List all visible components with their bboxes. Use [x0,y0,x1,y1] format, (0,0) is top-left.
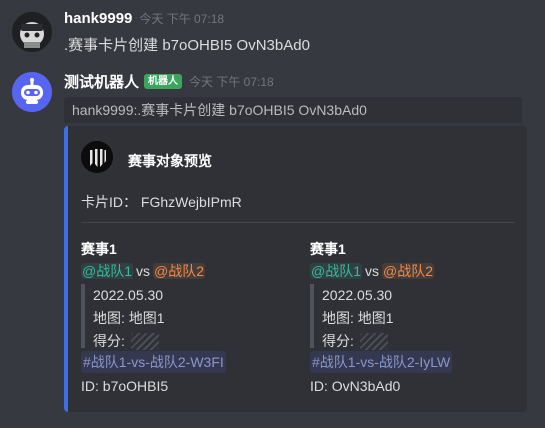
bot-avatar[interactable] [12,72,52,112]
match-date: 2022.05.30 [93,287,164,303]
match-column: 赛事1 @战队1 vs @战队2 2022.05.30 地图: 地图1 得分: #战… [310,238,527,399]
match-details: 2022.05.30 地图: 地图1 得分: [310,284,527,350]
match-column: 赛事1 @战队1 vs @战队2 2022.05.30 地图: 地图1 得分: #战… [81,238,301,399]
card-id: 卡片ID： FGhzWejbIPmR [81,194,242,210]
match-teams: @战队1 vs @战队2 [310,260,527,282]
bot-username[interactable]: 测试机器人 [64,71,139,92]
match-map: 地图: 地图1 [322,310,394,326]
team-b-mention[interactable]: @战队2 [382,263,434,279]
username[interactable]: hank9999 [64,10,132,27]
embed-title: 赛事对象预览 [128,153,212,169]
match-id: ID: OvN3bAd0 [310,378,401,394]
team-a-mention[interactable]: @战队1 [310,263,362,279]
reply-quote[interactable]: hank9999:.赛事卡片创建 b7oOHBI5 OvN3bAd0 [64,97,522,123]
embed-accent-bar [64,126,68,412]
channel-link[interactable]: #战队1-vs-战队2-IyLW [310,351,453,373]
match-map: 地图: 地图1 [93,310,165,326]
divider [81,222,515,223]
match-teams: @战队1 vs @战队2 [81,260,301,282]
match-details: 2022.05.30 地图: 地图1 得分: [81,284,301,350]
team-b-mention[interactable]: @战队2 [153,263,205,279]
team-a-mention[interactable]: @战队1 [81,263,133,279]
message-content: .赛事卡片创建 b7oOHBI5 OvN3bAd0 [64,37,310,54]
user-avatar[interactable] [12,12,52,52]
avatar-image [12,12,52,52]
timestamp: 今天 下午 07:18 [189,75,274,89]
match-id: ID: b7oOHBI5 [81,378,169,394]
discord-bot-icon [12,72,52,112]
embed-logo-icon [81,141,113,173]
message-header: 测试机器人 机器人 今天 下午 07:18 [64,71,274,92]
vs-label: vs [136,263,150,279]
timestamp: 今天 下午 07:18 [139,12,225,26]
embed-card: 赛事对象预览 卡片ID： FGhzWejbIPmR 赛事1 @战队1 vs @战队2… [64,126,527,412]
match-title: 赛事1 [310,241,346,257]
message-header: hank9999 今天 下午 07:18 [64,10,224,27]
channel-link[interactable]: #战队1-vs-战队2-W3FI [81,351,226,373]
match-title: 赛事1 [81,241,117,257]
match-date: 2022.05.30 [322,287,393,303]
vs-label: vs [365,263,379,279]
bot-tag: 机器人 [144,74,183,89]
